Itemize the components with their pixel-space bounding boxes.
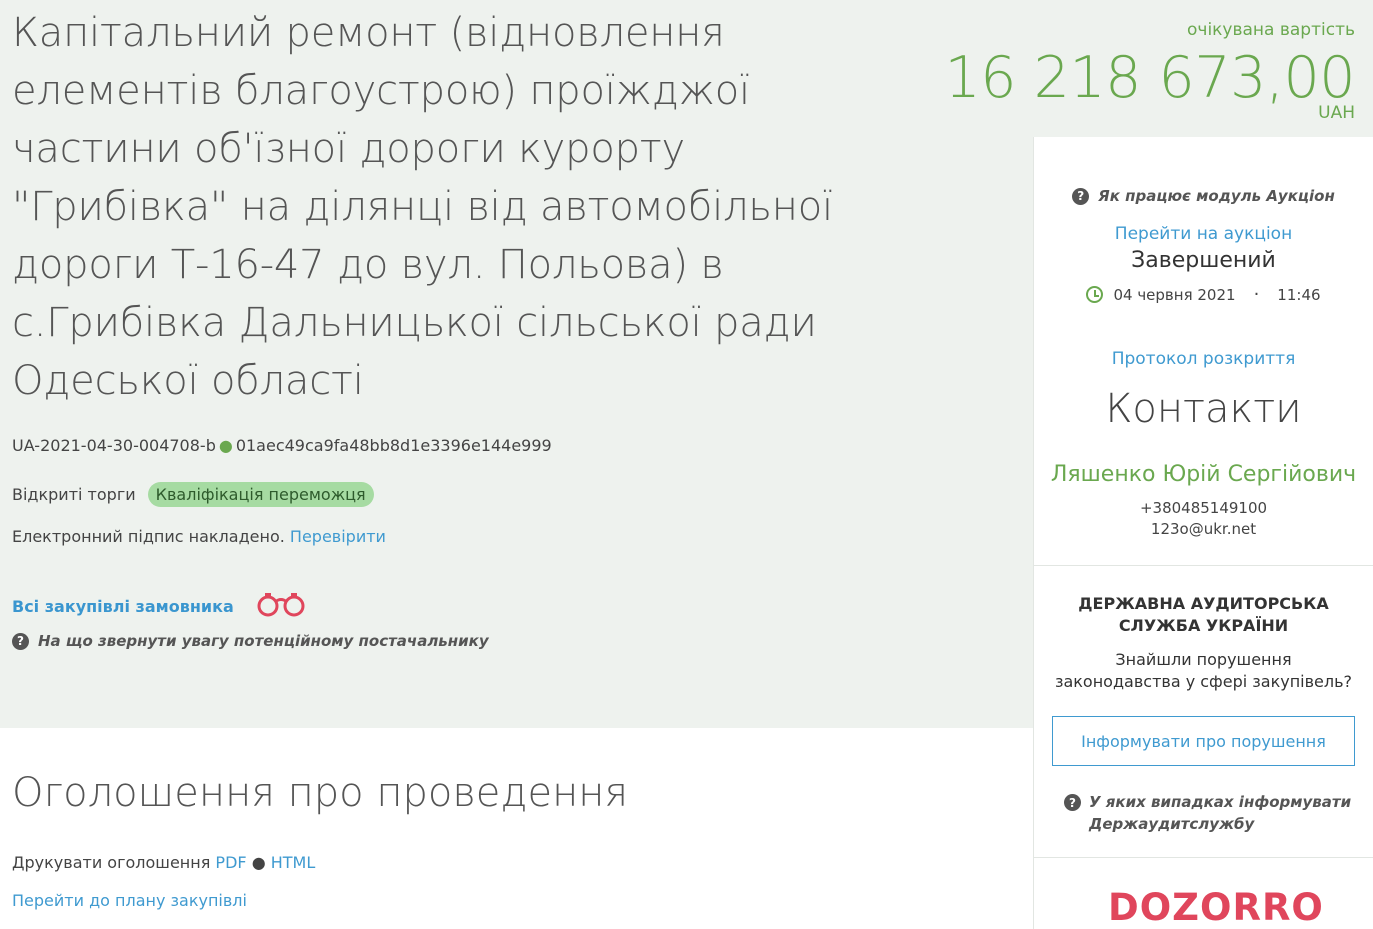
supplier-hint[interactable]: ? На що звернути увагу потенційному пост… bbox=[12, 632, 489, 650]
auction-time: 11:46 bbox=[1277, 285, 1321, 304]
check-signature-link[interactable]: Перевірити bbox=[290, 527, 386, 546]
audit-help-text: У яких випадках інформувати Держаудитслу… bbox=[1089, 791, 1351, 835]
question-icon: ? bbox=[1072, 187, 1090, 205]
audit-help-line: Держаудитслужбу bbox=[1089, 815, 1255, 833]
print-label: Друкувати оголошення bbox=[12, 853, 211, 872]
audit-title-line: СЛУЖБА УКРАЇНИ bbox=[1118, 616, 1289, 635]
all-purchases-link[interactable]: Всі закупівлі замовника bbox=[12, 597, 234, 616]
protocol-link-wrap: Протокол розкриття bbox=[1034, 349, 1373, 369]
price-currency: UAH bbox=[1318, 103, 1355, 123]
audit-title-line: ДЕРЖАВНА АУДИТОРСЬКА bbox=[1078, 594, 1329, 613]
auction-help-text: Як працює модуль Аукціон bbox=[1098, 187, 1335, 205]
audit-question: Знайшли порушення законодавства у сфері … bbox=[1034, 649, 1373, 693]
audit-service-title: ДЕРЖАВНА АУДИТОРСЬКА СЛУЖБА УКРАЇНИ bbox=[1034, 593, 1373, 637]
separator-dot: ● bbox=[218, 436, 233, 455]
status-badge: Кваліфікація переможця bbox=[147, 482, 374, 507]
audit-question-line: Знайшли порушення bbox=[1115, 650, 1292, 669]
separator-dot: · bbox=[1253, 284, 1260, 305]
contact-phone: +380485149100 bbox=[1139, 499, 1268, 517]
announcement-title: Оголошення про проведення bbox=[12, 770, 629, 816]
audit-help[interactable]: ? У яких випадках інформувати Держаудитс… bbox=[1064, 791, 1351, 835]
tender-id: UA-2021-04-30-004708-b bbox=[12, 436, 216, 455]
audit-help-line: У яких випадках інформувати bbox=[1089, 793, 1352, 811]
separator-dot: ● bbox=[251, 853, 266, 872]
print-pdf-link[interactable]: PDF bbox=[215, 853, 246, 872]
procurement-plan-link[interactable]: Перейти до плану закупівлі bbox=[12, 891, 247, 910]
auction-link[interactable]: Перейти на аукціон bbox=[1115, 224, 1292, 244]
auction-link-wrap: Перейти на аукціон bbox=[1034, 224, 1373, 244]
tender-id-row: UA-2021-04-30-004708-b ● 01aec49ca9fa48bb8… bbox=[12, 436, 552, 455]
signature-row: Електронний підпис накладено. Перевірити bbox=[12, 527, 386, 546]
audit-question-line: законодавства у сфері закупівель? bbox=[1054, 672, 1353, 691]
question-icon: ? bbox=[12, 632, 29, 650]
auction-help[interactable]: ? Як працює модуль Аукціон bbox=[1034, 187, 1373, 205]
signature-text: Електронний підпис накладено. bbox=[12, 527, 285, 546]
price-label: очікувана вартість bbox=[1187, 20, 1355, 40]
procedure-row: Відкриті торги Кваліфікація переможця bbox=[12, 482, 374, 507]
procedure-type: Відкриті торги bbox=[12, 485, 136, 504]
contacts-title: Контакти bbox=[1105, 386, 1302, 432]
auction-date: 04 червня 2021 bbox=[1113, 285, 1236, 304]
sidebar-divider bbox=[1034, 857, 1373, 858]
supplier-hint-text: На що звернути увагу потенційному постач… bbox=[38, 632, 489, 650]
contact-email: 123o@ukr.net bbox=[1150, 520, 1257, 538]
print-row: Друкувати оголошення PDF ● HTML bbox=[12, 853, 315, 872]
auction-status: Завершений bbox=[1131, 248, 1276, 273]
price-value: 16 218 673,00 bbox=[944, 45, 1355, 111]
protocol-link[interactable]: Протокол розкриття bbox=[1112, 349, 1296, 369]
tender-hash: 01aec49ca9fa48bb8d1e3396e144e999 bbox=[235, 436, 552, 455]
report-violation-button[interactable]: Інформувати про порушення bbox=[1052, 716, 1355, 766]
tender-title: Капітальний ремонт (відновлення елементі… bbox=[12, 10, 833, 404]
dozorro-logo[interactable]: DOZORRO bbox=[1108, 886, 1324, 929]
question-icon: ? bbox=[1064, 794, 1081, 811]
auction-datetime: 04 червня 2021 · 11:46 bbox=[1034, 284, 1373, 305]
all-purchases-row: Всі закупівлі замовника bbox=[12, 590, 306, 622]
sidebar-divider bbox=[1034, 565, 1373, 566]
clock-icon bbox=[1086, 286, 1104, 303]
contact-name: Ляшенко Юрій Сергійович bbox=[1050, 462, 1357, 487]
binoculars-icon[interactable] bbox=[256, 590, 306, 622]
print-html-link[interactable]: HTML bbox=[271, 853, 316, 872]
